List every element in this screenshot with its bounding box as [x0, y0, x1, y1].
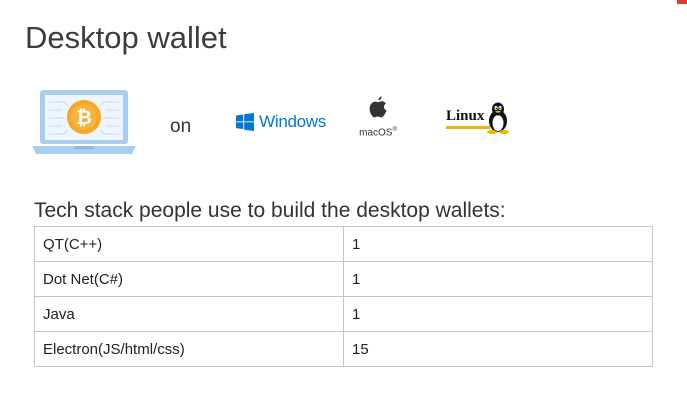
table-row: Electron(JS/html/css) 15	[34, 331, 653, 367]
linux-underline	[446, 126, 490, 129]
tech-stack-heading: Tech stack people use to build the deskt…	[34, 199, 506, 222]
tech-stack-table: QT(C++) 1 Dot Net(C#) 1 Java 1 Electron(…	[34, 226, 653, 367]
windows-logo: Windows	[236, 106, 326, 138]
wallet-count-cell: 1	[343, 261, 653, 297]
windows-icon	[236, 112, 255, 132]
apple-icon	[369, 96, 387, 118]
wallet-count-cell: 1	[343, 296, 653, 332]
windows-label: Windows	[259, 112, 326, 131]
page-title: Desktop wallet	[25, 20, 227, 55]
tech-name-cell: QT(C++)	[34, 226, 344, 262]
wallet-count-cell: 1	[343, 226, 653, 262]
tech-name-cell: Dot Net(C#)	[34, 261, 344, 297]
on-label: on	[170, 116, 192, 137]
laptop-bitcoin-icon: ₿	[32, 88, 136, 156]
tux-penguin-icon	[487, 102, 509, 134]
macos-logo: macOS®	[350, 96, 406, 140]
macos-label: macOS®	[359, 127, 397, 139]
table-row: QT(C++) 1	[34, 226, 653, 262]
wallet-count-cell: 15	[343, 331, 653, 367]
corner-accent	[677, 0, 687, 4]
tech-name-cell: Electron(JS/html/css)	[34, 331, 344, 367]
svg-text:₿: ₿	[76, 107, 91, 129]
linux-logo: Linux	[444, 102, 512, 136]
linux-label: Linux	[446, 108, 485, 124]
table-row: Dot Net(C#) 1	[34, 261, 653, 297]
tech-name-cell: Java	[34, 296, 344, 332]
table-row: Java 1	[34, 296, 653, 332]
